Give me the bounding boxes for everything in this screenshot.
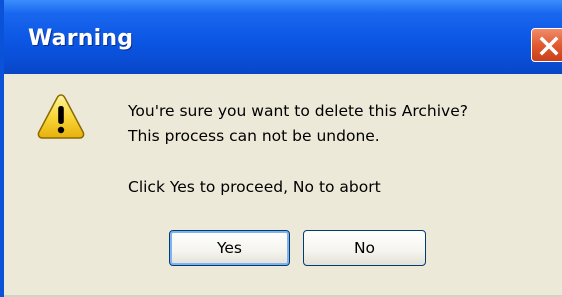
close-icon — [539, 36, 559, 56]
dialog-title: Warning — [28, 26, 134, 51]
warning-dialog: Warning You're sure you want to delete t… — [0, 0, 562, 297]
close-button[interactable] — [531, 28, 562, 62]
title-bar[interactable]: Warning — [4, 0, 562, 74]
message-line-2: This process can not be undone. — [128, 127, 380, 145]
message-line-3: Click Yes to proceed, No to abort — [128, 178, 381, 196]
no-button[interactable]: No — [303, 230, 426, 266]
warning-icon — [37, 94, 85, 139]
message-line-1: You're sure you want to delete this Arch… — [128, 102, 468, 120]
yes-button[interactable]: Yes — [169, 230, 290, 266]
